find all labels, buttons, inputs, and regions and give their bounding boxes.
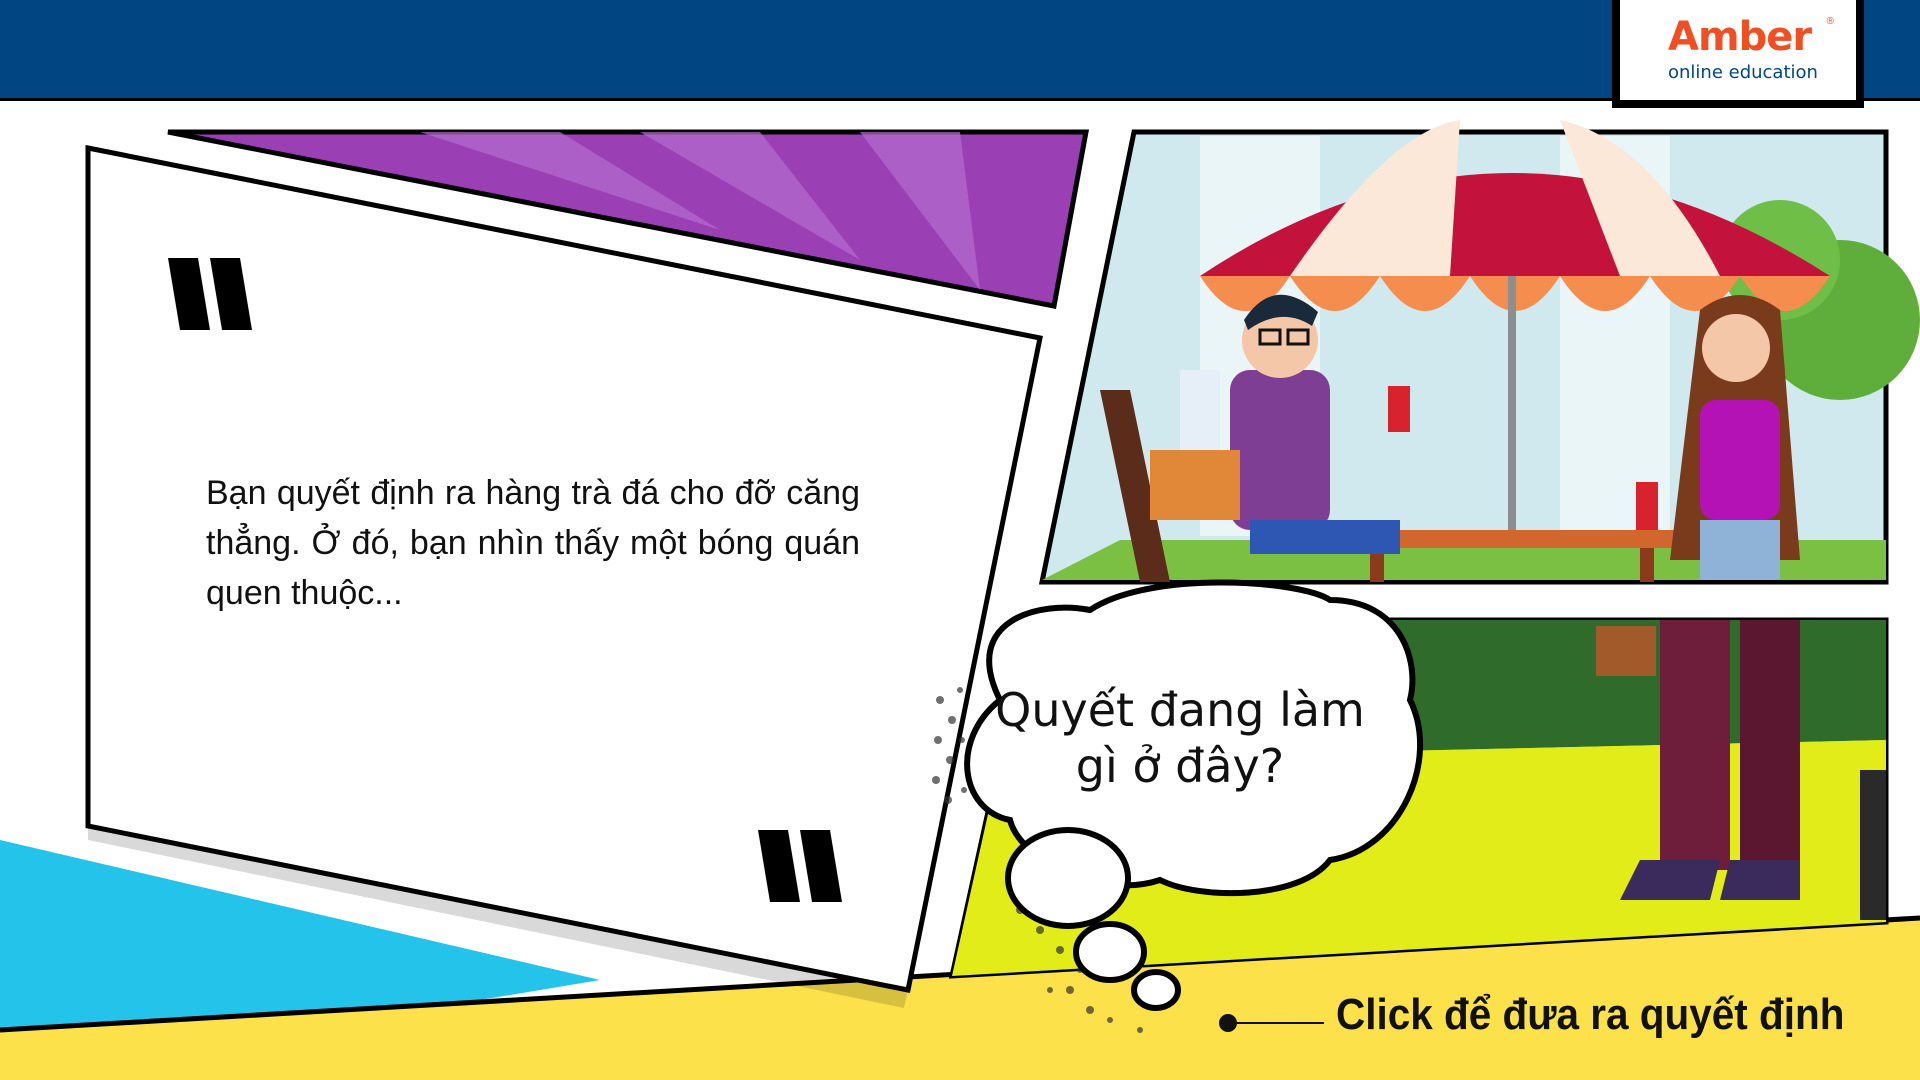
decision-button[interactable]: Click để đưa ra quyết định (1208, 982, 1908, 1052)
cta-line (1230, 1022, 1324, 1024)
cta-label: Click để đưa ra quyết định (1336, 990, 1845, 1039)
cafe-panel-top (1038, 120, 1920, 585)
narration-text: Bạn quyết định ra hàng trà đá cho đỡ căn… (206, 474, 860, 612)
thought-text: Quyết đang làm gì ở đây? (995, 683, 1365, 793)
